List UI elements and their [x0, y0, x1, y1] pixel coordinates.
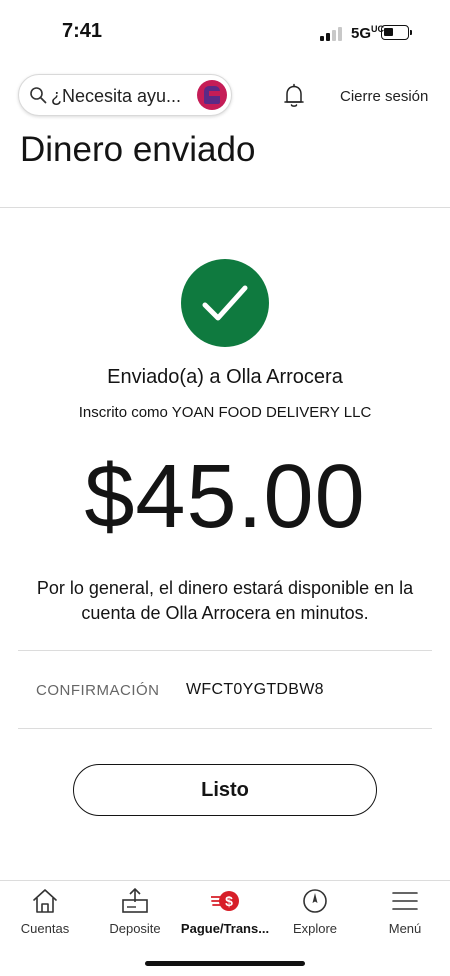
assistant-logo-icon[interactable] [197, 80, 227, 110]
confirmation-label: CONFIRMACIÓN [36, 682, 160, 699]
logout-link[interactable]: Cierre sesión [340, 88, 428, 105]
header-divider [0, 207, 450, 208]
registered-name: Inscrito como YOAN FOOD DELIVERY LLC [78, 404, 372, 421]
status-bar: 7:41 5GUC [0, 0, 450, 62]
status-time: 7:41 [62, 20, 103, 42]
done-button[interactable]: Listo [73, 764, 377, 816]
pay-transfer-icon: $ [211, 891, 239, 911]
search-icon [30, 87, 47, 104]
network-type: 5GUC [351, 24, 385, 42]
confirmation-code: WFCT0YGTDBW8 [186, 681, 324, 698]
nav-label: Deposite [109, 921, 161, 936]
svg-text:$: $ [225, 893, 233, 909]
nav-item-deposit[interactable]: Deposite [90, 881, 180, 951]
home-icon [33, 889, 57, 913]
amount-sent: $45.00 [84, 447, 366, 547]
nav-label: Menú [388, 921, 422, 936]
nav-label: Pague/Trans... [180, 921, 270, 936]
search-input[interactable]: ¿Necesita ayu... [18, 74, 232, 116]
compass-icon [303, 889, 327, 913]
nav-item-accounts[interactable]: Cuentas [0, 881, 90, 951]
divider [18, 650, 432, 651]
success-check-icon [181, 259, 269, 347]
battery-icon [381, 25, 409, 40]
recipient-heading: Enviado(a) a Olla Arrocera [107, 366, 343, 388]
nav-item-explore[interactable]: Explore [270, 881, 360, 951]
nav-label: Explore [292, 921, 338, 936]
page-title: Dinero enviado [20, 130, 256, 169]
divider [18, 728, 432, 729]
availability-note: Por lo general, el dinero estará disponi… [36, 578, 414, 623]
nav-item-pay-transfer[interactable]: $ Pague/Trans... [180, 881, 270, 951]
search-placeholder: ¿Necesita ayu... [51, 86, 182, 106]
home-indicator [145, 961, 305, 966]
menu-icon [392, 892, 418, 910]
nav-item-menu[interactable]: Menú [360, 881, 450, 951]
cellular-signal-icon [320, 27, 344, 41]
deposit-icon [122, 888, 148, 913]
bell-icon[interactable] [282, 83, 306, 109]
battery-cap [410, 30, 412, 35]
nav-label: Cuentas [20, 921, 70, 936]
